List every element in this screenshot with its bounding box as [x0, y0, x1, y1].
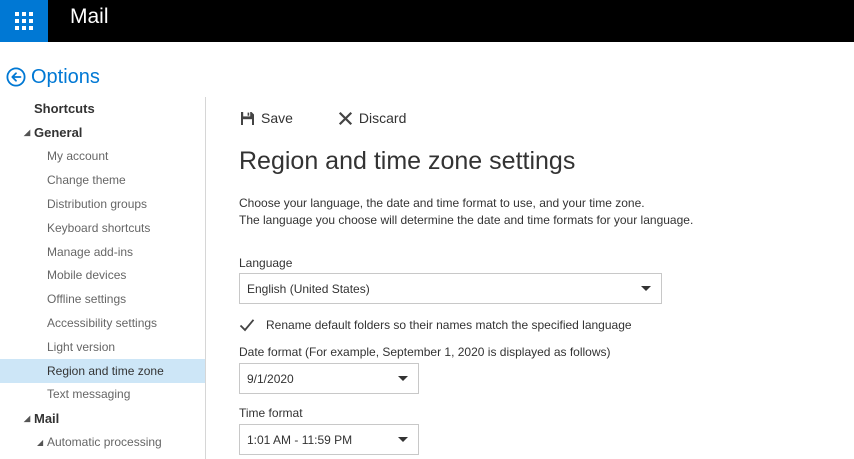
nav-item-label: Distribution groups [47, 197, 148, 212]
nav-item-label: My account [47, 149, 109, 164]
waffle-icon [15, 12, 33, 30]
floppy-disk-icon [241, 111, 254, 125]
nav-item-change-theme[interactable]: Change theme [0, 168, 205, 192]
page-title: Region and time zone settings [239, 147, 576, 175]
settings-toolbar: Save Discard [240, 108, 406, 128]
time-format-label: Time format [239, 406, 303, 420]
nav-item-label: Text messaging [47, 387, 131, 402]
back-arrow-circle-icon [6, 67, 26, 87]
save-button[interactable]: Save [240, 110, 293, 126]
expanded-caret-icon[interactable]: ◢ [24, 414, 34, 423]
nav-group-mail[interactable]: ◢ Mail [0, 406, 205, 430]
nav-item-label: Manage add-ins [47, 244, 134, 259]
discard-label: Discard [358, 110, 407, 126]
nav-item-label: Accessibility settings [47, 316, 158, 331]
app-title: Mail [70, 5, 109, 28]
discard-button[interactable]: Discard [338, 110, 406, 126]
date-format-label: Date format (For example, September 1, 2… [239, 345, 611, 359]
nav-item-my-account[interactable]: My account [0, 145, 205, 169]
nav-item-keyboard-shortcuts[interactable]: Keyboard shortcuts [0, 216, 205, 240]
nav-item-label: General [34, 125, 83, 141]
language-value: English (United States) [247, 281, 370, 296]
nav-item-label: Light version [47, 339, 116, 354]
nav-item-mobile-devices[interactable]: Mobile devices [0, 264, 205, 288]
date-format-value: 9/1/2020 [247, 371, 294, 386]
expanded-caret-icon[interactable]: ◢ [37, 438, 47, 447]
nav-group-general[interactable]: ◢ General [0, 121, 205, 145]
options-navigation: Shortcuts ◢ General My account Change th… [0, 97, 206, 459]
close-x-icon [338, 111, 352, 125]
nav-item-shortcuts[interactable]: Shortcuts [0, 97, 205, 121]
options-back-button[interactable]: Options [6, 65, 100, 89]
nav-item-light-version[interactable]: Light version [0, 335, 205, 359]
nav-item-text-messaging[interactable]: Text messaging [0, 383, 205, 407]
nav-item-label: Automatic processing [47, 435, 162, 450]
date-format-select[interactable]: 9/1/2020 [239, 363, 419, 394]
chevron-down-icon [641, 286, 651, 291]
app-launcher-button[interactable] [0, 0, 48, 42]
nav-item-manage-add-ins[interactable]: Manage add-ins [0, 240, 205, 264]
nav-item-label: Offline settings [47, 292, 127, 307]
chevron-down-icon [398, 437, 408, 442]
nav-item-label: Keyboard shortcuts [47, 220, 151, 235]
language-label: Language [239, 256, 293, 270]
rename-folders-label: Rename default folders so their names ma… [266, 318, 632, 332]
nav-item-label: Change theme [47, 173, 126, 188]
nav-item-label: Mail [34, 410, 60, 426]
nav-item-region-and-time-zone[interactable]: Region and time zone [0, 358, 205, 383]
nav-group-automatic-processing[interactable]: ◢ Automatic processing [0, 430, 205, 454]
checkmark-icon[interactable] [239, 318, 255, 332]
nav-item-label: Shortcuts [34, 101, 95, 117]
top-bar: Mail [0, 0, 854, 42]
nav-item-offline-settings[interactable]: Offline settings [0, 287, 205, 311]
description-line-1: Choose your language, the date and time … [239, 196, 645, 210]
language-select[interactable]: English (United States) [239, 273, 662, 304]
rename-folders-option: Rename default folders so their names ma… [239, 317, 632, 333]
time-format-select[interactable]: 1:01 AM - 11:59 PM [239, 424, 419, 455]
page-description: Choose your language, the date and time … [239, 195, 693, 229]
save-label: Save [261, 110, 293, 126]
nav-item-accessibility-settings[interactable]: Accessibility settings [0, 311, 205, 335]
time-format-value: 1:01 AM - 11:59 PM [247, 432, 353, 447]
nav-item-distribution-groups[interactable]: Distribution groups [0, 192, 205, 216]
description-line-2: The language you choose will determine t… [239, 213, 694, 227]
expanded-caret-icon[interactable]: ◢ [24, 128, 34, 137]
nav-item-label: Mobile devices [47, 268, 127, 283]
options-title: Options [31, 65, 100, 88]
chevron-down-icon [398, 376, 408, 381]
nav-item-label: Region and time zone [47, 363, 164, 378]
